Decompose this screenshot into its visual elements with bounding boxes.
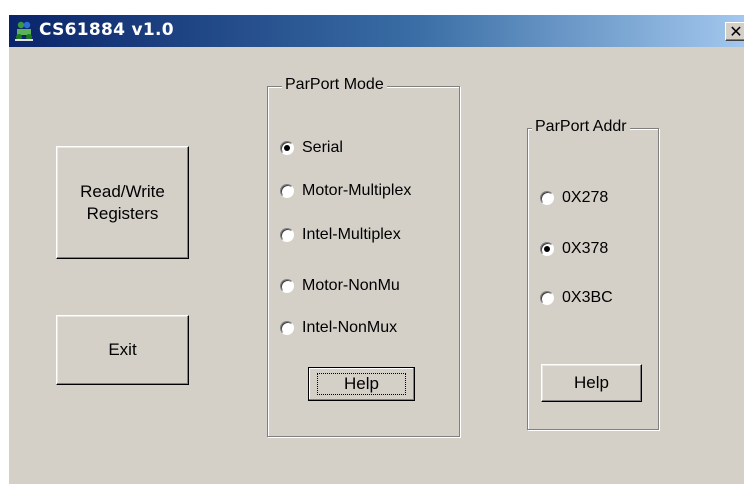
radio-icon[interactable] [280, 184, 294, 198]
mode-option-label: Motor-Multiplex [302, 182, 412, 199]
exit-label: Exit [108, 340, 137, 359]
radio-icon[interactable] [280, 279, 294, 293]
mode-option-label: Motor-NonMu [302, 277, 400, 294]
mode-help-button[interactable]: Help [308, 367, 415, 401]
addr-option-label: 0X378 [562, 240, 609, 257]
exit-button[interactable]: Exit [56, 315, 189, 385]
title-bar[interactable]: CS61884 v1.0 ✕ [9, 15, 744, 47]
read-write-label-line-2: Registers [86, 203, 159, 223]
radio-icon[interactable] [540, 191, 554, 205]
read-write-label-line-1: Read/Write [80, 181, 165, 201]
mode-option-motor-multiplex[interactable]: Motor-Multiplex [280, 182, 411, 200]
addr-help-label: Help [574, 373, 609, 392]
mode-option-motor-nonmu[interactable]: Motor-NonMu [280, 277, 400, 295]
window-title: CS61884 v1.0 [39, 20, 174, 40]
parport-addr-title: ParPort Addr [532, 118, 630, 136]
mode-option-serial[interactable]: Serial [280, 139, 343, 157]
mode-option-intel-multiplex[interactable]: Intel-Multiplex [280, 226, 401, 244]
close-icon[interactable]: ✕ [725, 22, 744, 41]
parport-mode-group: ParPort Mode Serial Motor-Multiplex Inte… [267, 76, 460, 437]
radio-icon[interactable] [280, 321, 294, 335]
mode-option-label: Intel-NonMux [302, 319, 398, 336]
radio-selected-icon[interactable] [280, 141, 294, 155]
radio-selected-icon[interactable] [540, 242, 554, 256]
addr-option-0x278[interactable]: 0X278 [540, 189, 608, 207]
parport-addr-group: ParPort Addr 0X278 0X378 0X3BC Help [527, 118, 659, 430]
read-write-registers-button[interactable]: Read/Write Registers [56, 146, 189, 259]
addr-option-label: 0X3BC [562, 289, 613, 306]
radio-icon[interactable] [540, 291, 554, 305]
mode-help-label: Help [317, 373, 406, 395]
addr-option-0x378[interactable]: 0X378 [540, 240, 608, 258]
mode-option-intel-nonmux[interactable]: Intel-NonMux [280, 319, 397, 337]
app-window: CS61884 v1.0 ✕ Read/Write Registers Exit… [8, 14, 744, 484]
addr-help-button[interactable]: Help [541, 364, 642, 402]
mode-option-label: Intel-Multiplex [302, 226, 401, 243]
radio-icon[interactable] [280, 228, 294, 242]
app-icon [13, 20, 35, 42]
addr-option-0x3bc[interactable]: 0X3BC [540, 289, 613, 307]
mode-option-label: Serial [302, 139, 343, 156]
parport-mode-title: ParPort Mode [282, 76, 387, 94]
addr-option-label: 0X278 [562, 189, 609, 206]
